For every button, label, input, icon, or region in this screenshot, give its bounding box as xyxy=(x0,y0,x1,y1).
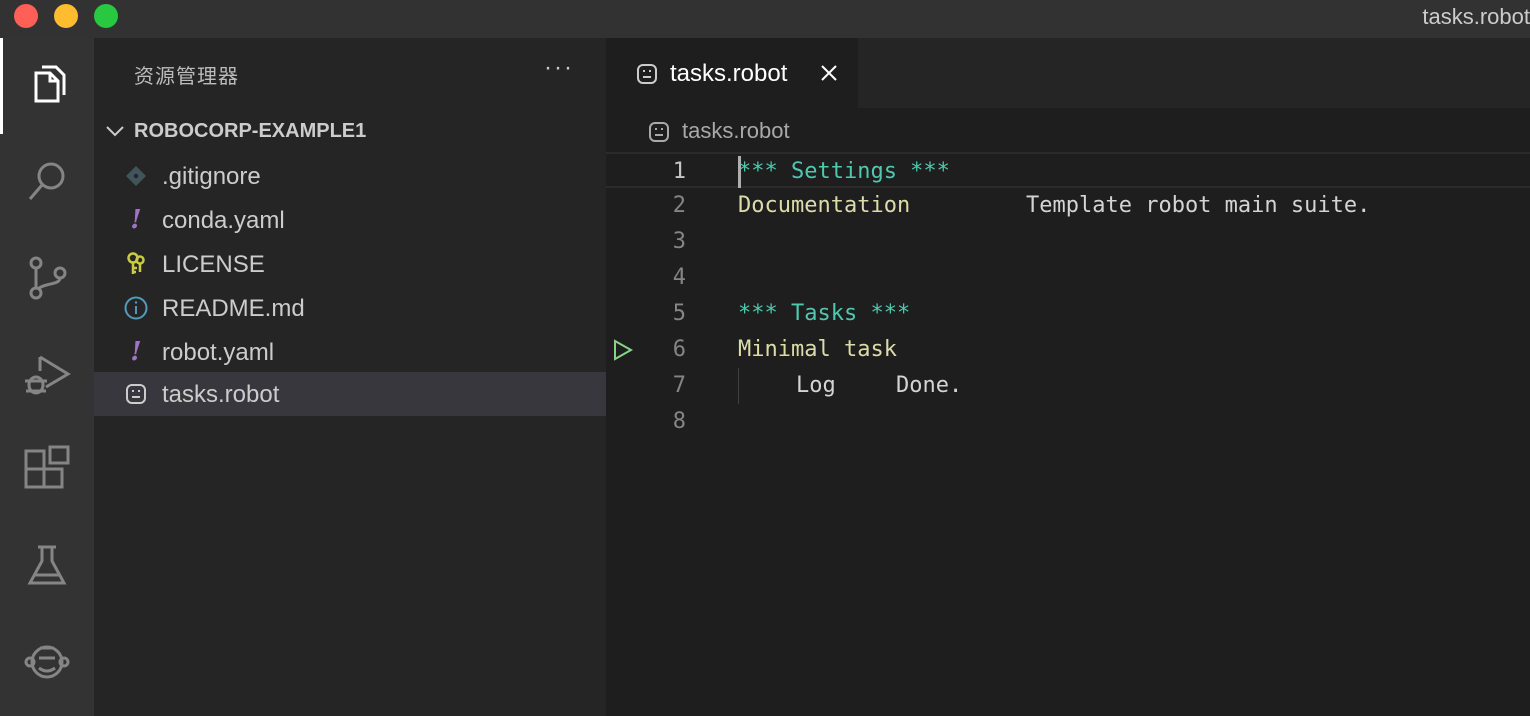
file-item-conda-yaml[interactable]: ! conda.yaml xyxy=(94,198,606,242)
source-control-activity-button[interactable] xyxy=(0,230,94,326)
explorer-title: 资源管理器 xyxy=(134,66,239,88)
search-icon xyxy=(28,162,65,200)
yaml-icon: ! xyxy=(130,337,142,367)
breadcrumb-file: tasks.robot xyxy=(682,118,790,143)
window-close-button[interactable] xyxy=(14,4,38,28)
line-number: 6 xyxy=(672,337,686,362)
workspace-folder-name: ROBOCORP-EXAMPLE1 xyxy=(134,120,367,142)
info-icon xyxy=(124,296,148,320)
file-item-gitignore[interactable]: .gitignore xyxy=(94,154,606,198)
more-actions-button[interactable]: ··· xyxy=(544,54,574,82)
file-name: conda.yaml xyxy=(162,207,285,234)
indent-guide xyxy=(738,368,739,404)
line-number: 5 xyxy=(672,301,686,326)
line-number: 8 xyxy=(672,409,686,434)
explorer-activity-button[interactable] xyxy=(0,38,94,134)
explorer-sidebar: 资源管理器 ··· ROBOCORP-EXAMPLE1 .gitignore !… xyxy=(94,38,606,716)
line-number: 7 xyxy=(672,373,686,398)
code-line: 1 *** Settings *** xyxy=(606,152,1530,188)
editor-area: tasks.robot tasks.robot 1 *** Settings *… xyxy=(606,38,1530,716)
window-maximize-button[interactable] xyxy=(94,4,118,28)
window-title: tasks.robot xyxy=(1422,4,1530,29)
line-number: 2 xyxy=(672,193,686,218)
tab-label: tasks.robot xyxy=(670,60,788,87)
file-item-license[interactable]: LICENSE xyxy=(94,242,606,286)
testing-icon xyxy=(27,545,67,585)
robot-icon xyxy=(649,122,669,142)
close-icon[interactable] xyxy=(818,62,840,84)
file-name: tasks.robot xyxy=(162,381,280,408)
workspace-folder[interactable]: ROBOCORP-EXAMPLE1 xyxy=(94,110,606,152)
window-minimize-button[interactable] xyxy=(54,4,78,28)
code-line: 6 Minimal task xyxy=(606,332,1530,368)
code-line: 2 Documentation Template robot main suit… xyxy=(606,188,1530,224)
section-header: *** Settings *** xyxy=(738,159,950,184)
source-control-icon xyxy=(29,256,67,300)
setting-key: Documentation xyxy=(738,193,911,218)
section-header: *** Tasks *** xyxy=(738,301,911,326)
files-icon xyxy=(34,65,66,103)
search-activity-button[interactable] xyxy=(0,134,94,230)
title-bar: tasks.robot xyxy=(0,0,1530,38)
tab-tasks-robot[interactable]: tasks.robot xyxy=(606,38,858,108)
keyword-call: Log xyxy=(796,373,836,398)
activity-bar xyxy=(0,38,94,716)
file-name: LICENSE xyxy=(162,251,265,278)
code-line: 5 *** Tasks *** xyxy=(606,296,1530,332)
run-debug-icon xyxy=(25,355,71,395)
extensions-activity-button[interactable] xyxy=(0,422,94,518)
file-item-tasks-robot[interactable]: tasks.robot xyxy=(94,372,606,416)
code-line: 3 xyxy=(606,224,1530,260)
keyword-argument: Done. xyxy=(896,373,963,398)
file-name: README.md xyxy=(162,295,305,322)
robocorp-icon xyxy=(24,645,70,679)
file-name: robot.yaml xyxy=(162,339,275,366)
file-name: .gitignore xyxy=(162,163,261,190)
robot-icon xyxy=(637,64,657,84)
line-number: 4 xyxy=(672,265,686,290)
task-name: Minimal task xyxy=(738,337,897,362)
tab-bar: tasks.robot xyxy=(606,38,1530,108)
license-icon xyxy=(124,252,148,276)
code-line: 7 Log Done. xyxy=(606,368,1530,404)
code-line: 4 xyxy=(606,260,1530,296)
yaml-icon: ! xyxy=(130,205,142,235)
setting-value: Template robot main suite. xyxy=(1026,193,1371,218)
code-line: 8 xyxy=(606,404,1530,440)
robot-icon xyxy=(124,382,148,406)
extensions-icon xyxy=(24,445,70,489)
line-number: 3 xyxy=(672,229,686,254)
testing-activity-button[interactable] xyxy=(0,518,94,614)
git-icon xyxy=(124,164,148,188)
robocorp-activity-button[interactable] xyxy=(0,614,94,710)
line-number: 1 xyxy=(672,159,686,184)
run-debug-activity-button[interactable] xyxy=(0,326,94,422)
file-item-robot-yaml[interactable]: ! robot.yaml xyxy=(94,330,606,374)
chevron-down-icon xyxy=(106,126,124,137)
file-item-readme[interactable]: README.md xyxy=(94,286,606,330)
